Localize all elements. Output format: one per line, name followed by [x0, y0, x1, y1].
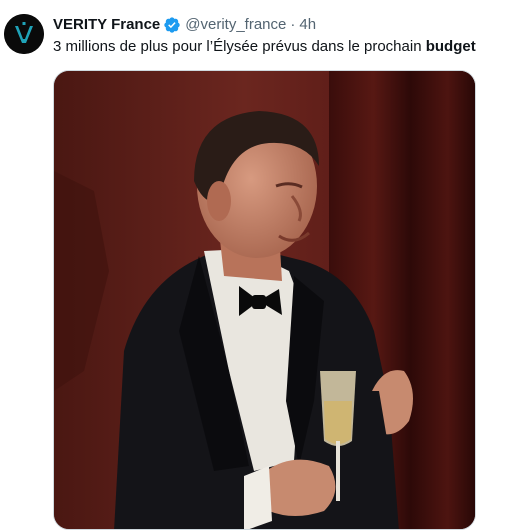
avatar[interactable] — [4, 14, 44, 54]
verified-badge-icon — [163, 16, 181, 34]
user-handle[interactable]: @verity_france — [185, 15, 286, 35]
tweet-media-image[interactable] — [53, 70, 476, 530]
verity-logo-icon — [4, 14, 44, 54]
tweet-header: VERITY France @verity_france · 4h — [53, 15, 316, 35]
separator-dot: · — [290, 16, 296, 33]
tweet-text-main: 3 millions de plus pour l’Élysée prévus … — [53, 38, 426, 55]
display-name[interactable]: VERITY France — [53, 15, 160, 35]
tweet-text-bold: budget — [425, 38, 476, 55]
timestamp[interactable]: 4h — [299, 15, 316, 35]
media-photo — [54, 71, 475, 529]
tweet-card[interactable]: VERITY France @verity_france · 4h 3 mill… — [0, 0, 522, 530]
tweet-text: 3 millions de plus pour l’Élysée prévus … — [53, 37, 476, 57]
